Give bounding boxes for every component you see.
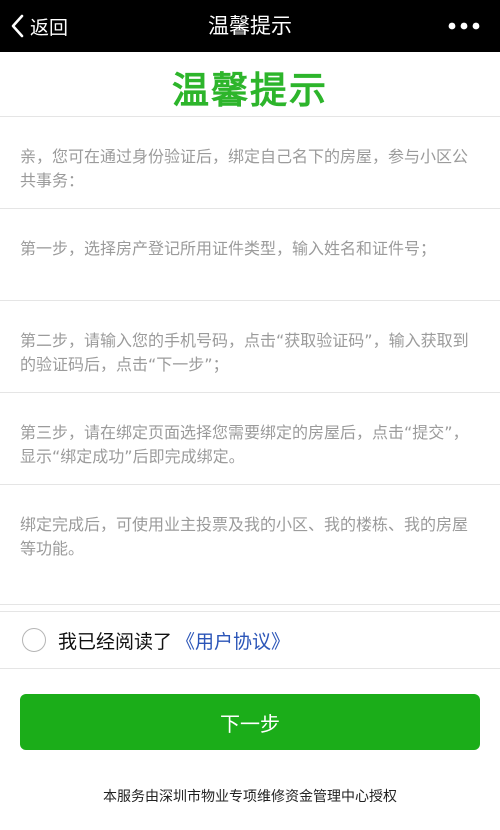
notice-item-step-3: 第三步，请在绑定页面选择您需要绑定的房屋后，点击“提交”，显示“绑定成功”后即完… [0,393,500,485]
notice-item-intro: 亲，您可在通过身份验证后，绑定自己名下的房屋，参与小区公共事务： [0,117,500,209]
user-agreement-link[interactable]: 《用户协议》 [176,627,290,654]
agreement-row: 我已经阅读了 《用户协议》 [0,611,500,669]
footer-note: 本服务由深圳市物业专项维修资金管理中心授权 [103,789,397,805]
more-dots-icon [448,22,480,30]
notice-heading: 温馨提示 [172,69,328,112]
notice-item-step-2: 第二步，请输入您的手机号码，点击“获取验证码”，输入获取到的验证码后，点击“下一… [0,301,500,393]
next-step-button[interactable]: 下一步 [20,694,480,750]
back-button[interactable]: 返回 [10,0,68,52]
notice-item-after: 绑定完成后，可使用业主投票及我的小区、我的楼栋、我的房屋等功能。 [0,485,500,605]
agreement-text: 我已经阅读了 [58,630,173,653]
more-button[interactable] [444,0,484,52]
chevron-left-icon [11,14,24,38]
page-title: 温馨提示 [208,14,292,38]
notice-item-step-1: 第一步，选择房产登记所用证件类型，输入姓名和证件号； [0,209,500,301]
notice-list: 亲，您可在通过身份验证后，绑定自己名下的房屋，参与小区公共事务： 第一步，选择房… [0,116,500,605]
navbar: 返回 温馨提示 [0,0,500,52]
agreement-radio[interactable] [22,628,46,652]
back-label: 返回 [30,16,69,39]
